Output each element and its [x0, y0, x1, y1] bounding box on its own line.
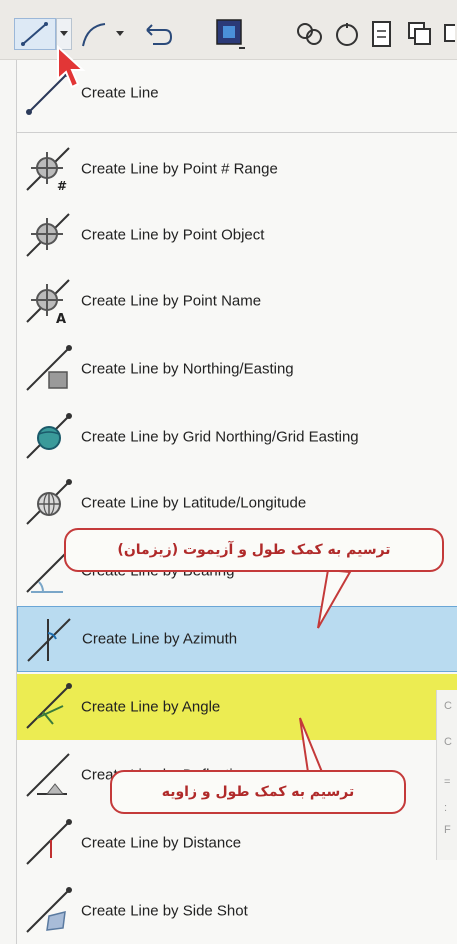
- angle-callout-pointer: [299, 717, 324, 773]
- angle-callout-text: ترسیم به کمک طول و زاویه: [161, 784, 355, 800]
- azimuth-callout-pointer: [317, 568, 352, 629]
- mouse-cursor-icon: [57, 45, 86, 89]
- angle-callout: ترسیم به کمک طول و زاویه: [110, 770, 406, 814]
- azimuth-callout: ترسیم به کمک طول و آزیموت (زیزمان): [64, 528, 444, 572]
- azimuth-callout-text: ترسیم به کمک طول و آزیموت (زیزمان): [117, 542, 391, 558]
